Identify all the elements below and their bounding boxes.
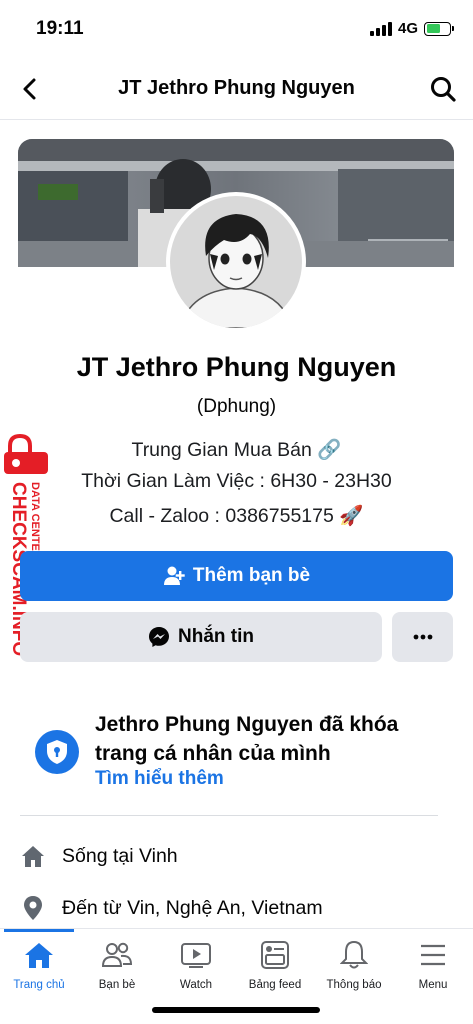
bell-icon [315,937,393,973]
friends-icon [78,937,156,973]
shield-lock-icon [47,740,67,764]
tab-watch[interactable]: Watch [157,937,235,991]
info-row-lives-in: Sống tại Vinh [20,843,178,869]
tab-label: Bạn bè [98,979,136,991]
tab-notifications[interactable]: Thông báo [315,937,393,991]
info-row-from: Đến từ Vin, Nghệ An, Vietnam [20,895,323,921]
bio-line: Call - Zaloo : 0386755175 🚀 [109,505,364,527]
tab-friends[interactable]: Bạn bè [78,937,156,991]
tab-home[interactable]: Trang chủ [0,937,78,991]
menu-icon [394,937,472,973]
watermark-subtext: DATA CENTER [29,482,41,559]
signal-icon [369,21,392,36]
network-label: 4G [397,20,418,37]
tab-label: Trang chủ [13,979,65,991]
more-icon [413,634,432,640]
profile-alternate-name: (Dphung) [196,396,277,417]
bio-line: Trung Gian Mua Bán 🔗 [131,439,342,461]
locked-profile-text: Jethro Phung Nguyen đã khóa trang cá nhâ… [95,713,399,765]
tab-label: Menu [418,979,448,991]
more-options-button[interactable] [392,612,453,662]
status-bar: 19:11 4G [0,0,473,56]
chevron-left-icon[interactable] [18,76,44,102]
add-friend-button[interactable]: Thêm bạn bè [20,551,453,601]
search-icon[interactable] [429,75,457,103]
tab-menu[interactable]: Menu [394,937,472,991]
message-button[interactable]: Nhắn tin [20,612,382,662]
status-time: 19:11 [36,18,84,39]
learn-more-link[interactable]: Tìm hiểu thêm [95,768,224,790]
divider [20,815,438,816]
page-title: JT Jethro Phung Nguyen [118,77,355,99]
info-text: Đến từ Vin, Nghệ An, Vietnam [62,896,323,919]
avatar[interactable] [166,192,306,332]
messenger-icon [149,627,169,647]
tab-label: Watch [179,979,213,991]
home-icon [0,937,78,973]
status-indicators: 4G [369,20,454,37]
location-pin-icon [20,895,46,921]
tab-label: Bảng feed [248,979,302,991]
add-friend-icon [163,566,185,585]
home-icon [20,843,46,869]
message-label: Nhắn tin [178,626,254,647]
nav-bar: JT Jethro Phung Nguyen [0,60,473,120]
watch-icon [157,937,235,973]
tab-label: Thông báo [326,979,382,991]
feed-icon [236,937,314,973]
tab-feed[interactable]: Bảng feed [236,937,314,991]
home-indicator [152,1007,320,1013]
info-text: Sống tại Vinh [62,844,178,867]
locked-profile-badge [35,730,79,774]
bio-line: Thời Gian Làm Việc : 6H30 - 23H30 [81,470,392,492]
profile-name: JT Jethro Phung Nguyen [76,352,397,382]
battery-icon [424,21,454,36]
add-friend-label: Thêm bạn bè [192,565,311,586]
active-tab-indicator [4,929,74,932]
